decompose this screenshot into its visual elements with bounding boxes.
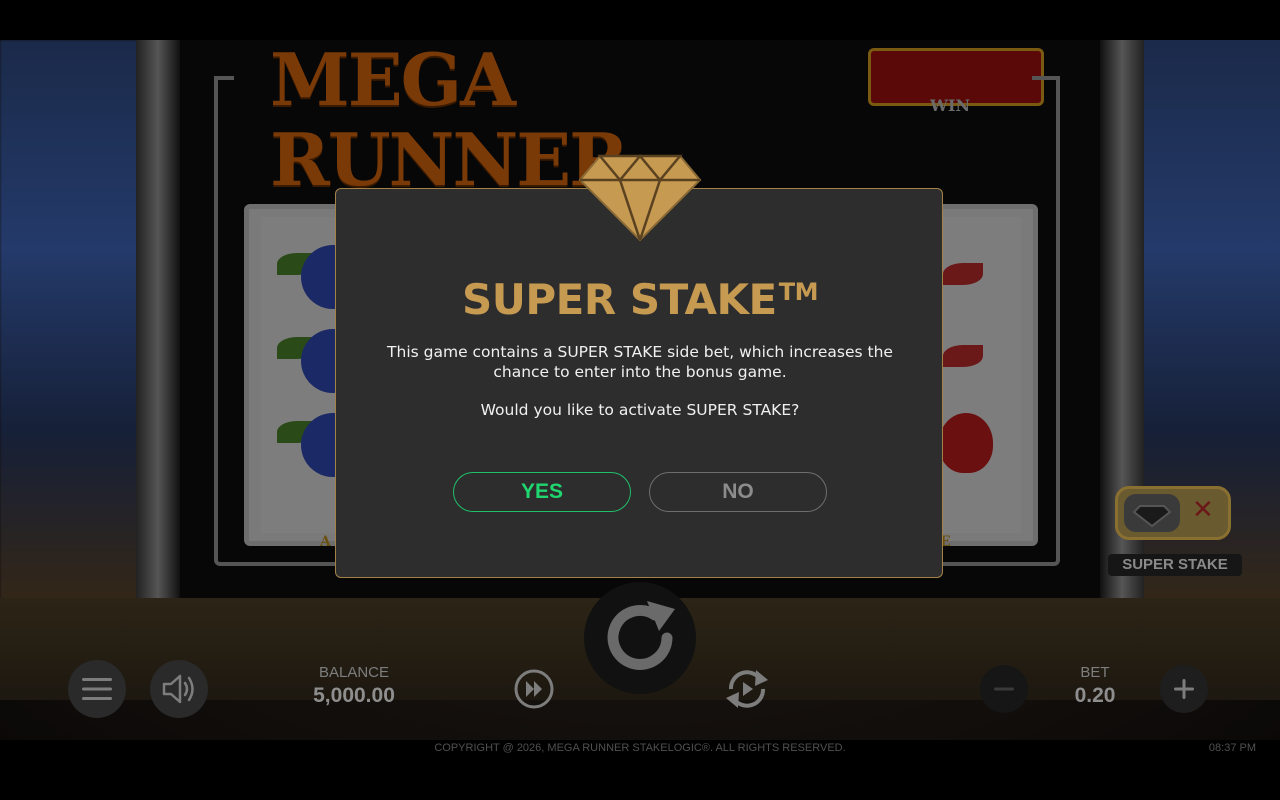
menu-icon (82, 678, 112, 700)
dialog-title: SUPER STAKETM (336, 275, 944, 324)
trademark-mark: TM (778, 278, 819, 306)
turbo-button[interactable] (508, 663, 560, 715)
balance-value: 5,000.00 (313, 684, 395, 707)
sound-button[interactable] (150, 660, 208, 718)
star-icon (943, 263, 983, 285)
bet-label: BET (1080, 664, 1110, 681)
background-right (1140, 40, 1280, 640)
clock: 08:37 PM (1208, 742, 1256, 754)
dialog-title-text: SUPER STAKE (462, 275, 777, 324)
super-stake-label: SUPER STAKE (1108, 554, 1242, 576)
balance-label: BALANCE (318, 664, 390, 681)
diamond-icon (578, 154, 702, 242)
dialog-message: This game contains a SUPER STAKE side be… (387, 343, 893, 381)
bell-icon (943, 345, 983, 367)
plus-icon (1174, 679, 1194, 699)
strawberry-icon (939, 413, 993, 473)
bet-increase-button[interactable] (1160, 665, 1208, 713)
reel-frame-corner (1032, 76, 1056, 80)
menu-button[interactable] (68, 660, 126, 718)
bet-value: 0.20 (1074, 684, 1116, 707)
fast-forward-icon (514, 669, 554, 709)
spin-icon (607, 601, 675, 670)
speaker-icon (162, 674, 194, 704)
spin-button[interactable] (584, 582, 696, 694)
no-button[interactable]: NO (649, 472, 827, 512)
super-stake-dialog: SUPER STAKETM This game contains a SUPER… (335, 188, 943, 578)
super-stake-toggle[interactable]: ✕ (1115, 486, 1231, 540)
autoplay-icon (726, 670, 768, 708)
reel-letter-a: A (320, 534, 331, 550)
background-left (0, 40, 140, 640)
copyright-text: COPYRIGHT @ 2026, MEGA RUNNER STAKELOGIC… (434, 742, 846, 754)
yes-button[interactable]: YES (453, 472, 631, 512)
dialog-question: Would you like to activate SUPER STAKE? (480, 401, 800, 419)
toggle-knob (1124, 494, 1180, 532)
close-icon: ✕ (1192, 495, 1214, 525)
bet-decrease-button[interactable] (980, 665, 1028, 713)
cabinet-edge-right (1100, 40, 1144, 640)
footer: COPYRIGHT @ 2026, MEGA RUNNER STAKELOGIC… (0, 740, 1280, 760)
autoplay-button[interactable] (720, 662, 774, 716)
minus-icon (994, 687, 1014, 691)
diamond-icon (1132, 505, 1172, 528)
reel-frame-corner (214, 76, 234, 80)
cabinet-edge-left (136, 40, 180, 640)
